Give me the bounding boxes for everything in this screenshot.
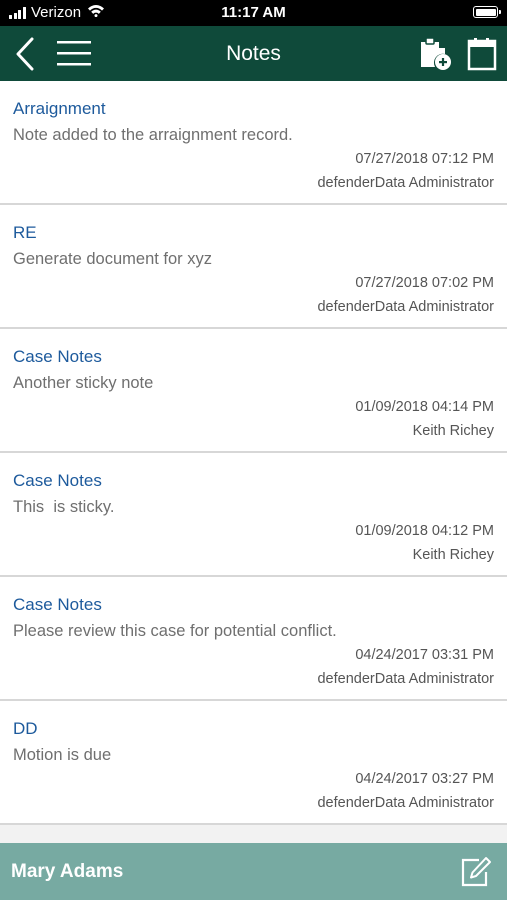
status-time: 11:17 AM xyxy=(221,4,286,21)
note-title: Case Notes xyxy=(13,471,102,490)
note-body: Another sticky note xyxy=(13,374,154,392)
add-note-icon[interactable] xyxy=(414,35,454,73)
note-item[interactable]: Arraignment Note added to the arraignmen… xyxy=(0,81,507,205)
note-author: defenderData Administrator xyxy=(317,299,494,315)
client-name: Mary Adams xyxy=(11,861,124,882)
notepad-icon[interactable] xyxy=(464,36,500,72)
status-bar: Verizon 11:17 AM xyxy=(0,0,507,26)
notes-list: Arraignment Note added to the arraignmen… xyxy=(0,81,507,825)
note-body: Generate document for xyz xyxy=(13,250,213,268)
note-date: 07/27/2018 07:12 PM xyxy=(355,151,494,167)
footer-bar: Mary Adams xyxy=(0,843,507,900)
note-title: RE xyxy=(13,223,37,242)
note-date: 01/09/2018 04:12 PM xyxy=(355,523,494,539)
note-body: Motion is due xyxy=(13,746,112,764)
note-author: defenderData Administrator xyxy=(317,175,494,191)
note-body: Note added to the arraignment record. xyxy=(13,126,293,144)
note-item[interactable]: RE Generate document for xyz 07/27/2018 … xyxy=(0,205,507,329)
note-body: Please review this case for potential co… xyxy=(13,622,337,640)
note-item[interactable]: Case Notes Please review this case for p… xyxy=(0,577,507,701)
note-body: This is sticky. xyxy=(13,498,115,516)
note-author: Keith Richey xyxy=(412,423,494,439)
back-chevron-icon[interactable] xyxy=(10,36,40,72)
note-date: 01/09/2018 04:14 PM xyxy=(355,399,494,415)
note-author: defenderData Administrator xyxy=(317,795,494,811)
note-item[interactable]: Case Notes Another sticky note 01/09/201… xyxy=(0,329,507,453)
note-item[interactable]: DD Motion is due 04/24/2017 03:27 PM def… xyxy=(0,701,507,825)
nav-header: Notes xyxy=(0,26,507,81)
note-author: Keith Richey xyxy=(412,547,494,563)
edit-icon[interactable] xyxy=(459,855,493,889)
note-date: 04/24/2017 03:31 PM xyxy=(355,647,494,663)
note-date: 07/27/2018 07:02 PM xyxy=(355,275,494,291)
note-date: 04/24/2017 03:27 PM xyxy=(355,771,494,787)
note-title: Case Notes xyxy=(13,347,102,366)
note-title: Arraignment xyxy=(13,99,106,118)
note-author: defenderData Administrator xyxy=(317,671,494,687)
hamburger-menu-icon[interactable] xyxy=(56,38,92,68)
note-title: Case Notes xyxy=(13,595,102,614)
note-item[interactable]: Case Notes This is sticky. 01/09/2018 04… xyxy=(0,453,507,577)
battery-icon xyxy=(473,6,501,18)
note-title: DD xyxy=(13,719,38,738)
